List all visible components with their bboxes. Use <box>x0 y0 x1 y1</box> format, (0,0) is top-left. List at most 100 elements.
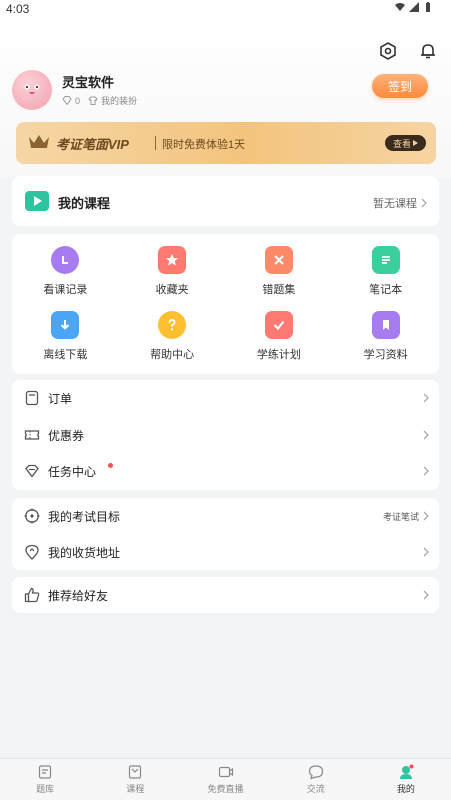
menu-label: 推荐给好友 <box>48 588 109 603</box>
play-arrow-icon <box>413 140 418 146</box>
grid-item-wrong-questions[interactable]: 错题集 <box>226 246 333 297</box>
grid-item-study-materials[interactable]: 学习资料 <box>332 311 439 362</box>
course-status-text: 暂无课程 <box>373 198 417 210</box>
grid-label: 看课记录 <box>43 284 88 296</box>
crown-icon <box>29 135 49 148</box>
grid-item-favorites[interactable]: 收藏夹 <box>119 246 226 297</box>
grid-label: 学练计划 <box>256 349 301 361</box>
grid-label: 帮助中心 <box>150 349 195 361</box>
tab-question-bank[interactable]: 题库 <box>0 759 90 800</box>
clock-icon <box>51 246 80 274</box>
vip-view-button[interactable]: 查看 <box>384 135 426 151</box>
menu-right <box>423 466 429 476</box>
tab-label: 免费直播 <box>207 784 244 794</box>
grid-label: 离线下载 <box>43 349 88 361</box>
diamond-count: 0 <box>75 95 81 106</box>
grid-label: 收藏夹 <box>155 284 189 296</box>
grid-item-offline-download[interactable]: 离线下载 <box>12 311 119 362</box>
username[interactable]: 灵宝软件 <box>62 72 114 91</box>
menu-right <box>423 547 429 557</box>
dress-chip[interactable]: 我的装扮 <box>88 94 137 107</box>
notification-button[interactable] <box>419 42 437 60</box>
notification-dot <box>108 463 113 468</box>
tab-label: 题库 <box>36 784 55 794</box>
status-time: 4:03 <box>6 2 30 16</box>
grid-item-notebook[interactable]: 笔记本 <box>332 246 439 297</box>
tab-label: 交流 <box>306 784 325 794</box>
settings-button[interactable] <box>379 42 397 60</box>
chevron-right-icon <box>423 590 429 600</box>
live-video-icon <box>218 766 233 778</box>
menu-item-coupons[interactable]: 优惠券 <box>12 417 439 453</box>
user-icon <box>399 764 414 779</box>
tab-mine[interactable]: 我的 <box>361 759 451 800</box>
menu-item-exam-target[interactable]: 我的考试目标 考证笔试 <box>12 498 439 534</box>
chat-bubble-icon <box>308 765 323 780</box>
menu-right: 考证笔试 <box>383 510 429 523</box>
profile-header: 灵宝软件 0 我的装扮 签到 考证笔面VIP 限时免费体验1天 查看 <box>0 18 451 178</box>
avatar[interactable] <box>12 70 52 110</box>
grid-item-study-plan[interactable]: 学练计划 <box>226 311 333 362</box>
grid-item-help-center[interactable]: 帮助中心 <box>119 311 226 362</box>
menu-group-exam: 我的考试目标 考证笔试 我的收货地址 <box>12 498 439 570</box>
vip-title: 考证笔面VIP <box>56 137 129 152</box>
menu-item-orders[interactable]: 订单 <box>12 380 439 416</box>
my-course-card[interactable]: 我的课程 暂无课程 <box>12 176 439 226</box>
status-icons <box>395 2 433 12</box>
course-play-icon <box>25 191 49 211</box>
grid-label: 学习资料 <box>363 349 408 361</box>
vip-view-label: 查看 <box>392 138 411 149</box>
target-icon <box>24 508 40 524</box>
notebook-icon <box>371 246 400 274</box>
question-bank-icon <box>38 765 52 779</box>
chevron-right-icon <box>423 547 429 557</box>
chevron-right-icon <box>423 511 429 521</box>
header-actions <box>379 42 437 60</box>
vip-banner[interactable]: 考证笔面VIP 限时免费体验1天 查看 <box>16 122 436 164</box>
course-title: 我的课程 <box>58 196 111 211</box>
menu-right <box>423 393 429 403</box>
location-icon <box>25 544 39 560</box>
menu-label: 我的收货地址 <box>48 545 121 560</box>
menu-item-address[interactable]: 我的收货地址 <box>12 534 439 570</box>
question-icon <box>158 311 187 339</box>
menu-right <box>423 590 429 600</box>
chevron-right-icon <box>421 198 427 208</box>
chevron-right-icon <box>423 466 429 476</box>
bell-icon <box>421 44 435 59</box>
grid-item-watch-history[interactable]: 看课记录 <box>12 246 119 297</box>
signin-button[interactable]: 签到 <box>372 74 428 98</box>
shirt-icon <box>88 96 98 105</box>
tab-courses[interactable]: 课程 <box>90 759 180 800</box>
menu-item-recommend[interactable]: 推荐给好友 <box>12 577 439 613</box>
tab-label: 课程 <box>126 784 145 794</box>
tab-free-live[interactable]: 免费直播 <box>180 759 270 800</box>
signal-icon <box>409 2 419 12</box>
menu-label: 我的考试目标 <box>48 509 121 524</box>
diamond-icon <box>62 96 72 105</box>
status-bar: 4:03 <box>0 0 451 18</box>
chevron-right-icon <box>423 393 429 403</box>
star-icon <box>158 246 187 274</box>
menu-item-task-center[interactable]: 任务中心 <box>12 453 439 489</box>
menu-label: 订单 <box>48 391 73 406</box>
diamond-chip[interactable]: 0 <box>62 96 80 106</box>
grid-label: 错题集 <box>262 284 296 296</box>
grid-label: 笔记本 <box>369 284 403 296</box>
feature-grid-card: 看课记录 收藏夹 错题集 笔记本 离线下载 帮助中心 学练计划 学习资料 <box>12 234 439 374</box>
tab-community[interactable]: 交流 <box>271 759 361 800</box>
bookmark-icon <box>371 311 400 339</box>
coupon-icon <box>24 430 40 440</box>
vip-subtitle: 限时免费体验1天 <box>162 139 246 151</box>
menu-group-orders: 订单 优惠券 任务中心 <box>12 380 439 490</box>
menu-right <box>423 430 429 440</box>
profile-meta: 0 我的装扮 <box>62 94 137 107</box>
menu-group-share: 推荐给好友 <box>12 577 439 613</box>
task-diamond-icon <box>25 464 39 478</box>
settings-icon <box>380 42 396 60</box>
course-status[interactable]: 暂无课程 <box>373 195 427 211</box>
battery-icon <box>426 2 430 12</box>
course-tab-icon <box>129 765 142 779</box>
menu-label: 任务中心 <box>48 464 97 479</box>
feature-grid: 看课记录 收藏夹 错题集 笔记本 离线下载 帮助中心 学练计划 学习资料 <box>12 246 439 362</box>
